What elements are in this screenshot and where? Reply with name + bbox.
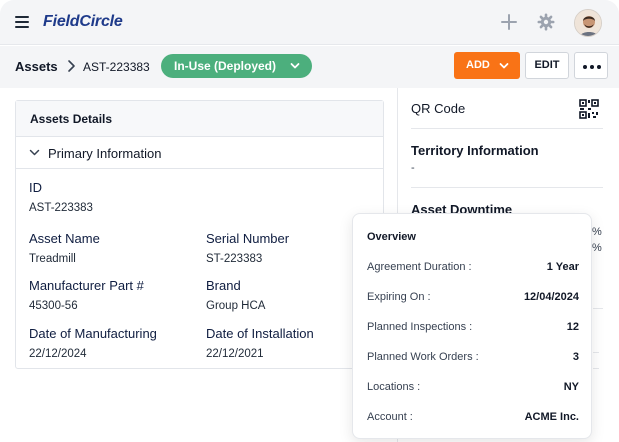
overview-value: ACME Inc. (524, 411, 579, 423)
breadcrumb: Assets AST-223383 In-Use (Deployed) ADD … (0, 46, 619, 88)
section-title: Primary Information (48, 146, 162, 161)
qr-code-title: QR Code (411, 101, 466, 116)
card-title: Assets Details (16, 101, 383, 137)
qr-code-icon[interactable] (579, 99, 599, 119)
field-value: ST-223383 (206, 253, 263, 265)
divider (411, 128, 603, 129)
overview-row: Expiring On : 12/04/2024 (367, 291, 579, 305)
territory-value: - (411, 162, 415, 174)
plus-icon[interactable] (500, 13, 518, 31)
field-brand: Brand Group HCA (206, 278, 265, 312)
field-id: ID AST-223383 (29, 180, 93, 214)
field-value: AST-223383 (29, 202, 93, 214)
overview-row: Account : ACME Inc. (367, 411, 579, 425)
chevron-down-icon (499, 63, 509, 69)
field-label: Brand (206, 278, 241, 293)
field-value: 22/12/2021 (206, 348, 264, 360)
overview-row: Planned Work Orders : 3 (367, 351, 579, 365)
breadcrumb-current: AST-223383 (83, 60, 150, 74)
gear-icon[interactable] (537, 13, 555, 31)
field-manufacturer-part: Manufacturer Part # 45300-56 (29, 278, 144, 312)
overview-popover: Overview Agreement Duration : 1 Year Exp… (352, 213, 592, 439)
field-label: Serial Number (206, 231, 290, 246)
field-asset-name: Asset Name Treadmill (29, 231, 100, 265)
top-bar: FieldCircle (0, 0, 619, 45)
status-dropdown[interactable]: In-Use (Deployed) (161, 54, 312, 78)
downtime-value-2: % (592, 242, 602, 254)
add-button[interactable]: ADD (454, 52, 520, 79)
field-label: ID (29, 180, 42, 195)
overview-key: Account : (367, 411, 413, 423)
field-date-of-installation: Date of Installation 22/12/2021 (206, 326, 314, 360)
divider (593, 368, 599, 369)
divider (593, 308, 603, 309)
chevron-right-icon (68, 60, 75, 72)
add-button-label: ADD (466, 59, 490, 71)
overview-row: Planned Inspections : 12 (367, 321, 579, 335)
overview-value: 1 Year (546, 261, 579, 273)
field-label: Manufacturer Part # (29, 278, 144, 293)
overview-value: 3 (572, 351, 579, 363)
more-options-button[interactable] (574, 52, 608, 79)
divider (593, 352, 599, 353)
primary-information-toggle[interactable]: Primary Information (16, 137, 383, 169)
overview-key: Planned Inspections : (367, 321, 473, 333)
field-value: 22/12/2024 (29, 348, 87, 360)
overview-key: Agreement Duration : (367, 261, 472, 273)
edit-button[interactable]: EDIT (525, 52, 569, 79)
chevron-down-icon (290, 63, 300, 69)
overview-row: Locations : NY (367, 381, 579, 395)
app-window: FieldCircle Assets AST-223383 In-Use (De… (0, 0, 619, 442)
overview-key: Planned Work Orders : (367, 351, 479, 363)
field-date-of-manufacturing: Date of Manufacturing 22/12/2024 (29, 326, 157, 360)
overview-row: Agreement Duration : 1 Year (367, 261, 579, 275)
status-label: In-Use (Deployed) (174, 59, 277, 73)
chevron-down-icon (29, 149, 40, 156)
asset-details-card: Assets Details Primary Information ID AS… (15, 100, 384, 369)
divider (411, 187, 603, 188)
avatar[interactable] (574, 9, 602, 37)
breadcrumb-assets-link[interactable]: Assets (15, 59, 58, 74)
hamburger-icon[interactable] (15, 16, 29, 28)
field-value: Group HCA (206, 300, 266, 312)
downtime-value-1: % (592, 226, 602, 238)
brand-logo: FieldCircle (43, 13, 123, 30)
overview-value: 12 (566, 321, 579, 333)
field-label: Asset Name (29, 231, 100, 246)
overview-key: Locations : (367, 381, 421, 393)
field-serial-number: Serial Number ST-223383 (206, 231, 289, 265)
overview-value: NY (563, 381, 579, 393)
field-value: Treadmill (29, 253, 76, 265)
overview-key: Expiring On : (367, 291, 431, 303)
field-value: 45300-56 (29, 300, 78, 312)
field-label: Date of Manufacturing (29, 326, 157, 341)
territory-information-title: Territory Information (411, 143, 539, 158)
field-label: Date of Installation (206, 326, 314, 341)
overview-value: 12/04/2024 (523, 291, 579, 303)
overview-title: Overview (367, 231, 416, 243)
